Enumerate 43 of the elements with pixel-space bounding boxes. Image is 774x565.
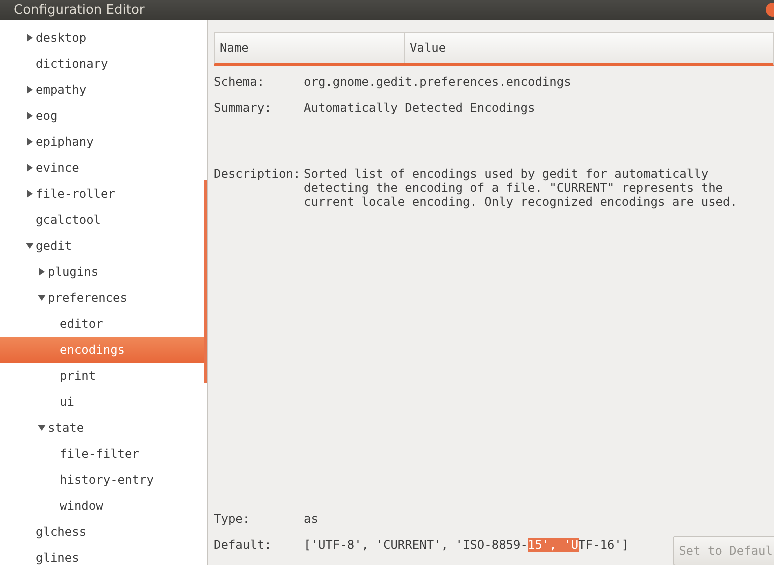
- field-value: Automatically Detected Encodings: [304, 101, 536, 115]
- expander-right-icon[interactable]: [27, 138, 33, 146]
- field-label: Default:: [214, 538, 272, 552]
- field-label: Schema:: [214, 75, 265, 89]
- tree-item[interactable]: ui: [0, 389, 207, 415]
- field-value: org.gnome.gedit.preferences.encodings: [304, 75, 572, 89]
- tree-item[interactable]: file-filter: [0, 441, 207, 467]
- expander-down-icon[interactable]: [26, 243, 34, 249]
- expander-down-icon[interactable]: [38, 425, 46, 431]
- expander-right-icon[interactable]: [27, 112, 33, 120]
- tree-item[interactable]: glines: [0, 545, 207, 565]
- expander-right-icon[interactable]: [27, 164, 33, 172]
- field-value: Sorted list of encodings used by gedit for automatically detecting the encoding of a file. "CURRENT" represents the current locale encoding. Only recognized encodings are used.: [304, 167, 738, 209]
- field-label: Type:: [214, 512, 250, 526]
- expander-right-icon[interactable]: [27, 86, 33, 94]
- tree-item[interactable]: gedit: [0, 233, 207, 259]
- tree-item[interactable]: print: [0, 363, 207, 389]
- tree-item[interactable]: editor: [0, 311, 207, 337]
- tree-item[interactable]: glchess: [0, 519, 207, 545]
- tree-item[interactable]: epiphany: [0, 129, 207, 155]
- column-header[interactable]: Name: [215, 33, 405, 63]
- tree-item[interactable]: plugins: [0, 259, 207, 285]
- tree-item[interactable]: dictionary: [0, 51, 207, 77]
- tree-item[interactable]: state: [0, 415, 207, 441]
- tree-item[interactable]: eog: [0, 103, 207, 129]
- expander-right-icon[interactable]: [27, 34, 33, 42]
- tree-item[interactable]: evince: [0, 155, 207, 181]
- expander-down-icon[interactable]: [38, 295, 46, 301]
- tree-item[interactable]: preferences: [0, 285, 207, 311]
- tree-item[interactable]: history-entry: [0, 467, 207, 493]
- tree-item[interactable]: desktop: [0, 25, 207, 51]
- window-title: Configuration Editor: [14, 2, 145, 18]
- scrollbar[interactable]: [204, 180, 207, 383]
- tree-item[interactable]: gcalctool: [0, 207, 207, 233]
- expander-right-icon[interactable]: [27, 190, 33, 198]
- tree-item[interactable]: window: [0, 493, 207, 519]
- expander-right-icon[interactable]: [39, 268, 45, 276]
- field-value: as: [304, 512, 318, 526]
- tree-item[interactable]: empathy: [0, 77, 207, 103]
- tree-item[interactable]: file-roller: [0, 181, 207, 207]
- field-label: Summary:: [214, 101, 272, 115]
- field-label: Description:: [214, 167, 301, 183]
- column-header[interactable]: Value: [405, 33, 773, 63]
